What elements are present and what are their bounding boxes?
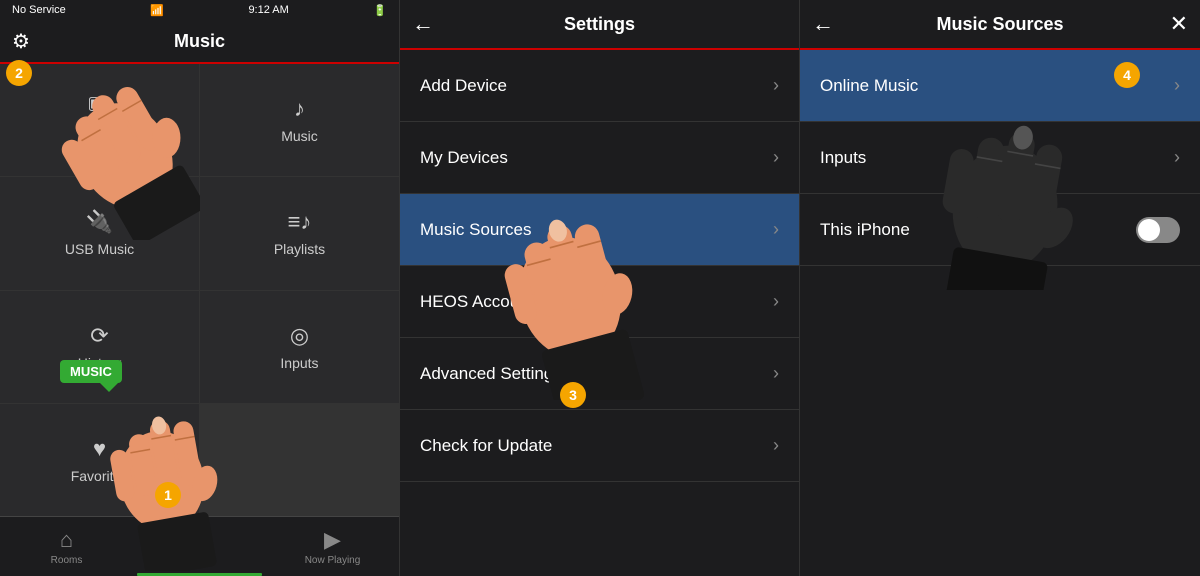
settings-title: Settings — [564, 14, 635, 35]
advanced-chevron: › — [773, 363, 779, 384]
nowplaying-label: Now Playing — [305, 555, 361, 566]
music-grid: 🖥 TV ♪ Music 🔌 USB Music ≡♪ Playlists ⟳ … — [0, 64, 399, 516]
check-update-label: Check for Update — [420, 436, 552, 456]
wifi-icon: 📶 — [150, 4, 164, 17]
step-4-badge: 4 — [1114, 62, 1140, 88]
grid-cell-tv[interactable]: 🖥 TV — [0, 64, 199, 176]
panel-settings: ← Settings Add Device › My Devices › Mus… — [400, 0, 800, 576]
grid-cell-usb[interactable]: 🔌 USB Music — [0, 177, 199, 289]
rooms-icon: ⌂ — [60, 527, 73, 553]
time-text: 9:12 AM — [248, 4, 288, 16]
music-title: Music — [174, 31, 225, 52]
this-iphone-toggle[interactable] — [1136, 217, 1180, 243]
inputs-source-label: Inputs — [820, 148, 866, 168]
tab-nowplaying[interactable]: ▶ Now Playing — [266, 517, 399, 576]
panel-music: No Service 📶 9:12 AM 🔋 ⚙ Music 🖥 TV ♪ Mu… — [0, 0, 400, 576]
step-2-badge: 2 — [6, 60, 32, 86]
sources-back-button[interactable]: ← — [812, 11, 834, 37]
this-iphone-label: This iPhone — [820, 220, 910, 240]
usb-icon: 🔌 — [86, 209, 113, 235]
source-online-music[interactable]: Online Music › — [800, 50, 1200, 122]
usb-label: USB Music — [65, 241, 134, 257]
favorites-label: Favorites — [71, 468, 129, 484]
gear-button[interactable]: ⚙ — [12, 29, 30, 54]
battery-icon: 🔋 — [373, 4, 387, 17]
step-3-badge: 3 — [560, 382, 586, 408]
grid-cell-playlists[interactable]: ≡♪ Playlists — [200, 177, 399, 289]
heos-chevron: › — [773, 291, 779, 312]
grid-cell-inputs[interactable]: ◎ Inputs — [200, 291, 399, 403]
my-devices-label: My Devices — [420, 148, 508, 168]
settings-back-button[interactable]: ← — [412, 11, 434, 37]
music-sources-chevron: › — [773, 219, 779, 240]
tab-music[interactable]: ♪ Music — [133, 517, 266, 576]
inputs-label: Inputs — [280, 355, 318, 371]
toggle-knob — [1138, 219, 1160, 241]
music-sources-label: Music Sources — [420, 220, 531, 240]
music-tooltip: MUSIC — [60, 360, 122, 383]
status-bar: No Service 📶 9:12 AM 🔋 — [0, 0, 399, 20]
add-device-chevron: › — [773, 75, 779, 96]
inputs-chevron: › — [1174, 147, 1180, 168]
menu-heos-account[interactable]: HEOS Account › — [400, 266, 799, 338]
panel-sources: ← Music Sources ✕ Online Music › Inputs … — [800, 0, 1200, 576]
advanced-label: Advanced Settings — [420, 364, 562, 384]
playlists-icon: ≡♪ — [288, 209, 312, 235]
menu-check-update[interactable]: Check for Update › — [400, 410, 799, 482]
grid-cell-music[interactable]: ♪ Music — [200, 64, 399, 176]
tab-bar: ⌂ Rooms ♪ Music ▶ Now Playing — [0, 516, 399, 576]
menu-my-devices[interactable]: My Devices › — [400, 122, 799, 194]
step-1-badge: 1 — [155, 482, 181, 508]
history-icon: ⟳ — [90, 323, 108, 349]
playlists-label: Playlists — [274, 241, 325, 257]
carrier-text: No Service — [12, 4, 66, 16]
menu-add-device[interactable]: Add Device › — [400, 50, 799, 122]
heos-account-label: HEOS Account — [420, 292, 533, 312]
tab-rooms[interactable]: ⌂ Rooms — [0, 517, 133, 576]
inputs-icon: ◎ — [290, 323, 309, 349]
menu-music-sources[interactable]: Music Sources › — [400, 194, 799, 266]
settings-menu: Add Device › My Devices › Music Sources … — [400, 50, 799, 576]
favorites-icon: ♥ — [93, 436, 106, 462]
menu-advanced-settings[interactable]: Advanced Settings › — [400, 338, 799, 410]
sources-title: Music Sources — [936, 14, 1063, 35]
source-inputs[interactable]: Inputs › — [800, 122, 1200, 194]
sources-header: ← Music Sources ✕ — [800, 0, 1200, 50]
nowplaying-icon: ▶ — [324, 527, 341, 553]
music-icon: ♪ — [294, 96, 305, 122]
source-this-iphone[interactable]: This iPhone — [800, 194, 1200, 266]
online-music-chevron: › — [1174, 75, 1180, 96]
settings-header: ← Settings — [400, 0, 799, 50]
music-header: ⚙ Music — [0, 20, 399, 64]
sources-list: Online Music › Inputs › This iPhone — [800, 50, 1200, 266]
music-tab-icon: ♪ — [194, 527, 205, 553]
online-music-label: Online Music — [820, 76, 918, 96]
tv-icon: 🖥 — [86, 96, 114, 122]
add-device-label: Add Device — [420, 76, 507, 96]
check-update-chevron: › — [773, 435, 779, 456]
sources-close-button[interactable]: ✕ — [1170, 11, 1188, 37]
music-label: Music — [281, 128, 318, 144]
music-tab-label: Music — [186, 555, 212, 566]
tv-label: TV — [91, 128, 109, 144]
my-devices-chevron: › — [773, 147, 779, 168]
rooms-label: Rooms — [51, 555, 83, 566]
